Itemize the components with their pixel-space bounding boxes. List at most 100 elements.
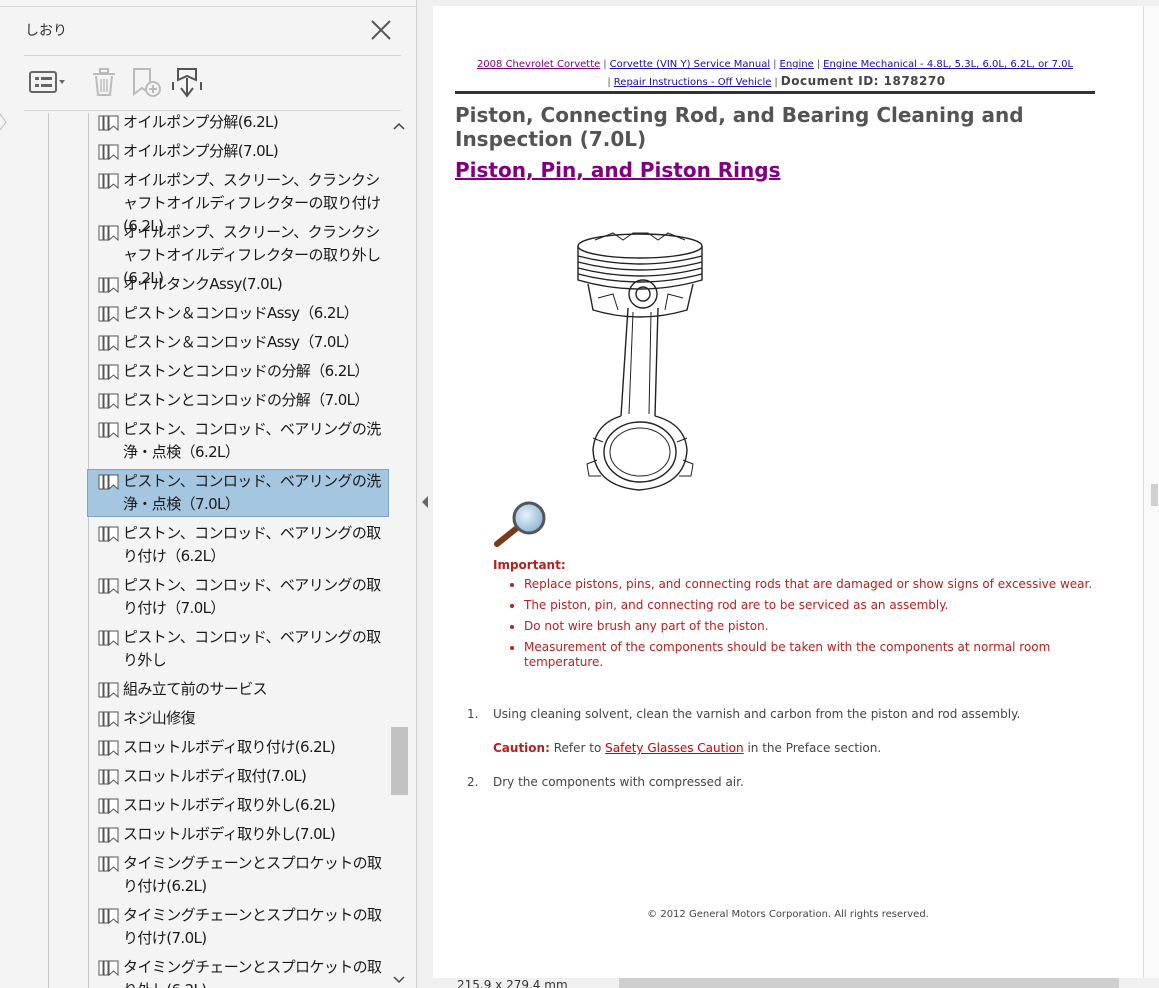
collapse-left-icon[interactable]: [420, 494, 430, 510]
bookmark-item[interactable]: ピストン、コンロッド、ベアリングの取り外し: [88, 626, 388, 672]
breadcrumb: 2008 Chevrolet Corvette | Corvette (VIN Y)…: [476, 59, 1074, 88]
panel-top-border: [0, 6, 417, 7]
panel-divider: [24, 55, 401, 56]
panel-edge-notch: [0, 112, 8, 132]
bookmark-icon: [98, 630, 119, 646]
breadcrumb-link-repair[interactable]: Repair Instructions - Off Vehicle: [614, 77, 772, 88]
bookmark-item[interactable]: スロットルボディ取り外し(7.0L): [88, 823, 388, 846]
bookmark-label: スロットルボディ取り付け(6.2L): [123, 738, 336, 756]
scroll-thumb[interactable]: [391, 727, 408, 795]
bookmark-label: ピストンとコンロッドの分解（7.0L）: [123, 391, 369, 409]
important-label: Important:: [493, 558, 566, 572]
bookmark-icon: [98, 827, 119, 843]
step-number: 1.: [467, 707, 479, 721]
bookmark-label: タイミングチェーンとスプロケットの取り外し(6.2L): [123, 958, 382, 988]
bookmark-item[interactable]: ピストン、コンロッド、ベアリングの洗浄・点検（6.2L）: [88, 418, 388, 464]
bookmark-label: オイルタンクAssy(7.0L): [123, 275, 283, 293]
bookmark-icon: [98, 393, 119, 409]
bookmark-icon: [98, 474, 119, 490]
bookmark-label: オイルポンプ分解(6.2L): [123, 113, 279, 131]
page-size: 215.9 x 279.4 mm: [457, 978, 568, 988]
bookmark-label: スロットルボディ取り外し(6.2L): [123, 796, 336, 814]
bookmark-item[interactable]: 組み立て前のサービス: [88, 678, 388, 701]
bookmark-item[interactable]: タイミングチェーンとスプロケットの取り付け(7.0L): [88, 904, 388, 950]
document-title: Piston, Connecting Rod, and Bearing Clea…: [455, 103, 1024, 151]
breadcrumb-link-vehicle[interactable]: 2008 Chevrolet Corvette: [477, 59, 600, 70]
bookmark-icon: [98, 711, 119, 727]
bookmark-label: スロットルボディ取り外し(7.0L): [123, 825, 336, 843]
bookmark-label: オイルポンプ分解(7.0L): [123, 142, 279, 160]
options-menu-icon[interactable]: [28, 66, 68, 98]
document-scroll-thumb[interactable]: [1151, 484, 1158, 506]
document-page: 2008 Chevrolet Corvette | Corvette (VIN Y)…: [433, 6, 1143, 978]
bookmark-item[interactable]: スロットルボディ取付(7.0L): [88, 765, 388, 788]
bookmark-label: タイミングチェーンとスプロケットの取り付け(7.0L): [123, 906, 382, 947]
bookmark-item[interactable]: オイルタンクAssy(7.0L): [88, 273, 388, 296]
bookmark-item[interactable]: スロットルボディ取り付け(6.2L): [88, 736, 388, 759]
bookmark-item[interactable]: タイミングチェーンとスプロケットの取り外し(6.2L): [88, 956, 388, 988]
bookmark-icon: [98, 422, 119, 438]
scroll-up-icon[interactable]: [392, 121, 406, 131]
trash-icon[interactable]: [89, 66, 119, 98]
panel-divider: [24, 110, 401, 111]
bookmark-label: タイミングチェーンとスプロケットの取り付け(6.2L): [123, 854, 382, 895]
caution-text-after: in the Preface section.: [747, 741, 882, 755]
document-id: Document ID: 1878270: [780, 74, 946, 88]
close-icon[interactable]: [367, 16, 395, 44]
magnifier-icon[interactable]: [493, 498, 551, 554]
step-number: 2.: [467, 775, 479, 789]
bookmark-item[interactable]: ピストン、コンロッド、ベアリングの洗浄・点検（7.0L）: [87, 469, 389, 517]
bookmark-item[interactable]: ピストン、コンロッド、ベアリングの取り付け（7.0L）: [88, 574, 388, 620]
bookmark-item[interactable]: オイルポンプ、スクリーン、クランクシャフトオイルディフレクターの取り外し (6.…: [88, 221, 388, 287]
bookmark-icon: [98, 225, 119, 241]
bookmark-label: スロットルボディ取付(7.0L): [123, 767, 307, 785]
breadcrumb-link-engine[interactable]: Engine: [780, 59, 814, 70]
safety-glasses-caution-link[interactable]: Safety Glasses Caution: [605, 741, 743, 755]
bookmark-label: ピストンとコンロッドの分解（6.2L）: [123, 362, 369, 380]
bookmark-item[interactable]: オイルポンプ、スクリーン、クランクシャフトオイルディフレクターの取り付け(6.2…: [88, 169, 388, 235]
bookmark-item[interactable]: ピストン＆コンロッドAssy（6.2L）: [88, 302, 388, 325]
horizontal-scroll-thumb[interactable]: [619, 978, 1119, 988]
bookmark-label: 組み立て前のサービス: [123, 680, 268, 698]
bookmark-label: ピストン、コンロッド、ベアリングの洗浄・点検（6.2L）: [123, 420, 381, 461]
procedure-steps: 1. Using cleaning solvent, clean the var…: [463, 706, 1103, 808]
bookmark-icon: [98, 740, 119, 756]
bookmark-label: ピストン＆コンロッドAssy（7.0L）: [123, 333, 359, 351]
bookmark-item[interactable]: ピストンとコンロッドの分解（7.0L）: [88, 389, 388, 412]
bookmark-icon: [98, 908, 119, 924]
bookmark-icon: [98, 306, 119, 322]
bookmark-item[interactable]: スロットルボディ取り外し(6.2L): [88, 794, 388, 817]
bookmark-item[interactable]: ピストン＆コンロッドAssy（7.0L）: [88, 331, 388, 354]
bookmark-item[interactable]: ピストン、コンロッド、ベアリングの取り付け（6.2L）: [88, 522, 388, 568]
bookmark-item[interactable]: ピストンとコンロッドの分解（6.2L）: [88, 360, 388, 383]
find-bookmark-icon[interactable]: [170, 66, 204, 98]
bookmark-label: ピストン、コンロッド、ベアリングの取り付け（7.0L）: [123, 576, 381, 617]
bookmark-icon: [98, 144, 119, 160]
procedure-step: 1. Using cleaning solvent, clean the var…: [463, 706, 1103, 722]
important-item: The piston, pin, and connecting rod are …: [524, 598, 1103, 613]
bookmark-item[interactable]: ネジ山修復: [88, 707, 388, 730]
important-item: Measurement of the components should be …: [524, 640, 1103, 670]
important-item: Replace pistons, pins, and connecting ro…: [524, 577, 1103, 592]
procedure-step: 2. Dry the components with compressed ai…: [463, 774, 1103, 790]
piston-rod-illustration: [573, 228, 708, 500]
bookmark-tree: オイルポンプ分解(6.2L) オイルポンプ分解(7.0L) オイルポンプ、スクリーン…: [8, 113, 389, 988]
bookmark-scrollbar[interactable]: [389, 113, 409, 988]
bookmark-label: ピストン、コンロッド、ベアリングの洗浄・点検（7.0L）: [123, 472, 381, 513]
bookmark-item[interactable]: タイミングチェーンとスプロケットの取り付け(6.2L): [88, 852, 388, 898]
bookmark-item[interactable]: オイルポンプ分解(7.0L): [88, 140, 388, 163]
breadcrumb-link-engine-mechanical[interactable]: Engine Mechanical - 4.8L, 5.3L, 6.0L, 6.…: [823, 59, 1073, 70]
important-item: Do not wire brush any part of the piston…: [524, 619, 1103, 634]
bookmark-icon: [98, 335, 119, 351]
bookmark-item[interactable]: オイルポンプ分解(6.2L): [88, 113, 388, 134]
caution-text-before: Refer to: [553, 741, 602, 755]
new-bookmark-icon[interactable]: [130, 66, 162, 98]
panel-splitter[interactable]: [417, 0, 433, 988]
bookmark-icon: [98, 682, 119, 698]
bookmark-icon: [98, 769, 119, 785]
scroll-down-icon[interactable]: [392, 975, 406, 985]
caution-note: Caution: Refer to Safety Glasses Caution…: [463, 740, 1103, 756]
breadcrumb-link-manual[interactable]: Corvette (VIN Y) Service Manual: [610, 59, 770, 70]
document-subtitle[interactable]: Piston, Pin, and Piston Rings: [455, 158, 780, 182]
bookmark-label: ピストン、コンロッド、ベアリングの取り外し: [123, 628, 381, 669]
